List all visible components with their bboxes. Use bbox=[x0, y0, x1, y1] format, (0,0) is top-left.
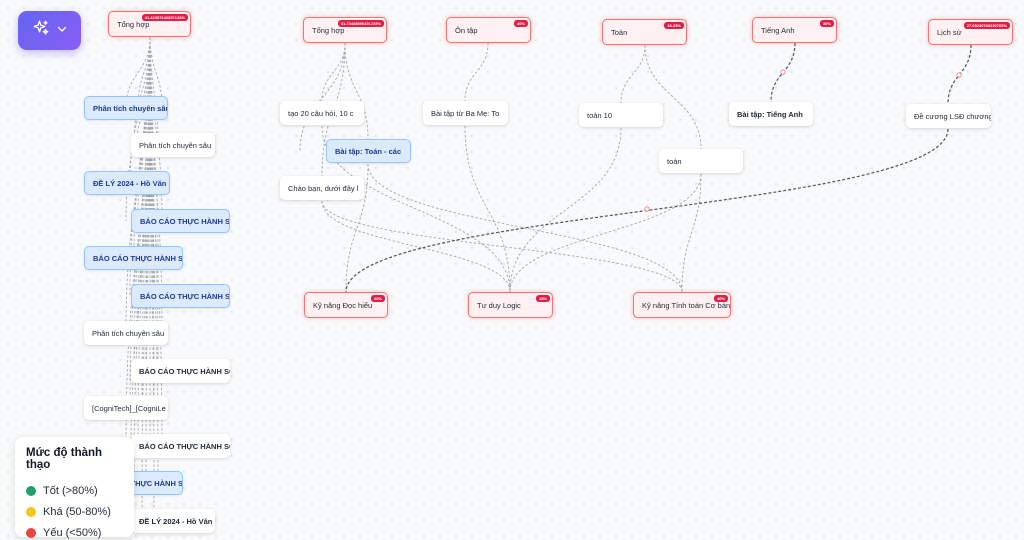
edge-line bbox=[464, 42, 489, 102]
edge-line bbox=[321, 42, 346, 102]
edge-line bbox=[620, 44, 646, 104]
document-node[interactable]: BÁO CÁO THỰC HÀNH SỐ bbox=[131, 284, 230, 308]
sparkles-icon bbox=[32, 19, 50, 42]
document-node[interactable]: ĐỀ LÝ 2024 - Hồ Văn bbox=[131, 509, 215, 533]
topic-node-tong-hop-1[interactable]: Tổng hợp 41.42857142857143% bbox=[108, 11, 191, 37]
ai-generate-button[interactable] bbox=[18, 11, 81, 50]
edge-line bbox=[321, 200, 683, 293]
edge-marker bbox=[644, 206, 650, 212]
mastery-badge: 16.25% bbox=[664, 22, 684, 29]
topic-label: Tiếng Anh bbox=[761, 25, 795, 35]
topic-label: Toán bbox=[611, 27, 628, 37]
document-node[interactable]: tạo 20 câu hỏi, 10 c bbox=[280, 101, 364, 125]
topic-node-on-tap[interactable]: Ôn tập 40% bbox=[446, 17, 531, 43]
topic-node-tong-hop-2[interactable]: Tổng hợp 31.75438596491228% bbox=[303, 17, 387, 43]
chevron-down-icon bbox=[56, 22, 68, 40]
mastery-badge: 30% bbox=[819, 20, 834, 27]
skill-node-tinh-toan[interactable]: Kỹ năng Tính toán Cơ bản 40% bbox=[633, 292, 731, 318]
edge-line bbox=[644, 44, 702, 150]
edge-marker bbox=[956, 72, 962, 78]
green-dot-icon bbox=[26, 485, 36, 496]
mastery-legend: Mức độ thành thạo Tốt (>80%) Khá (50-80%… bbox=[15, 437, 134, 540]
edge-line bbox=[681, 173, 702, 293]
edge-line bbox=[321, 200, 511, 293]
document-node[interactable]: Đề cương LSĐ chương bbox=[906, 104, 991, 128]
document-node[interactable]: toán bbox=[659, 149, 743, 173]
topic-node-lich-su[interactable]: Lịch sử 27.69230769230769% bbox=[928, 19, 1013, 45]
topic-label: Lịch sử bbox=[937, 27, 962, 37]
legend-title: Mức độ thành thạo bbox=[26, 447, 103, 471]
topic-label: Ôn tập bbox=[455, 25, 478, 35]
skill-label: Tư duy Logic bbox=[477, 300, 521, 310]
legend-label: Yếu (<50%) bbox=[43, 526, 102, 539]
document-node[interactable]: [CogniTech]_[CogniLe bbox=[84, 396, 168, 420]
document-node[interactable]: ĐỀ LÝ 2024 - Hồ Văn bbox=[84, 171, 170, 195]
legend-label: Tốt (>80%) bbox=[43, 484, 98, 497]
mastery-badge: 20% bbox=[370, 295, 385, 302]
topic-node-toan[interactable]: Toán 16.25% bbox=[602, 19, 687, 45]
yellow-dot-icon bbox=[26, 506, 36, 517]
document-node[interactable]: Chào bạn, dưới đây l bbox=[280, 176, 364, 200]
legend-label: Khá (50-80%) bbox=[43, 505, 111, 518]
document-node[interactable]: Phân tích chuyên sâu bbox=[84, 96, 168, 120]
document-node[interactable]: Phân tích chuyên sâu bbox=[84, 321, 168, 345]
document-node[interactable]: Bài tập: Tiếng Anh bbox=[729, 102, 813, 126]
document-node[interactable]: BÁO CÁO THỰC HÀNH SỐ bbox=[131, 359, 230, 383]
document-node[interactable]: BÁO CÁO THỰC HÀNH SỐ bbox=[131, 434, 230, 458]
document-node[interactable]: BÁO CÁO THỰC HÀNH SỐ bbox=[84, 246, 183, 270]
document-node[interactable]: Phân tích chuyên sâu bbox=[131, 133, 215, 157]
mind-map-canvas[interactable]: Tổng hợp 41.42857142857143% Tổng hợp 31.… bbox=[0, 0, 1024, 540]
red-dot-icon bbox=[26, 527, 36, 538]
edge-line bbox=[509, 127, 622, 293]
connection-lines bbox=[125, 36, 972, 522]
skill-node-doc-hieu[interactable]: Kỹ năng Đọc hiểu 20% bbox=[304, 292, 388, 318]
mastery-badge: 41.42857142857143% bbox=[141, 14, 188, 21]
legend-item-fair: Khá (50-80%) bbox=[26, 501, 123, 522]
skill-label: Kỹ năng Đọc hiểu bbox=[313, 300, 373, 310]
document-node[interactable]: toán 10 bbox=[579, 103, 663, 127]
mastery-badge: 31.75438596491228% bbox=[337, 20, 384, 27]
edge-line bbox=[367, 163, 683, 293]
document-node[interactable]: BÁO CÁO THỰC HÀNH SỐ bbox=[131, 209, 230, 233]
mastery-badge: 40% bbox=[513, 20, 528, 27]
mastery-badge: 27.69230769230769% bbox=[963, 22, 1010, 29]
document-node[interactable]: Bài tập từ Ba Mẹ: To bbox=[423, 101, 508, 125]
document-node[interactable]: Bài tập: Toán - các bbox=[326, 139, 411, 163]
topic-node-tieng-anh[interactable]: Tiếng Anh 30% bbox=[752, 17, 837, 43]
edge-line bbox=[509, 173, 702, 293]
skill-node-tu-duy-logic[interactable]: Tư duy Logic 15% bbox=[468, 292, 553, 318]
topic-label: Tổng hợp bbox=[117, 20, 150, 29]
legend-item-weak: Yếu (<50%) bbox=[26, 522, 123, 540]
mastery-badge: 15% bbox=[535, 295, 550, 302]
legend-item-good: Tốt (>80%) bbox=[26, 480, 123, 501]
mastery-badge: 40% bbox=[713, 295, 728, 302]
edge-marker bbox=[780, 69, 786, 75]
